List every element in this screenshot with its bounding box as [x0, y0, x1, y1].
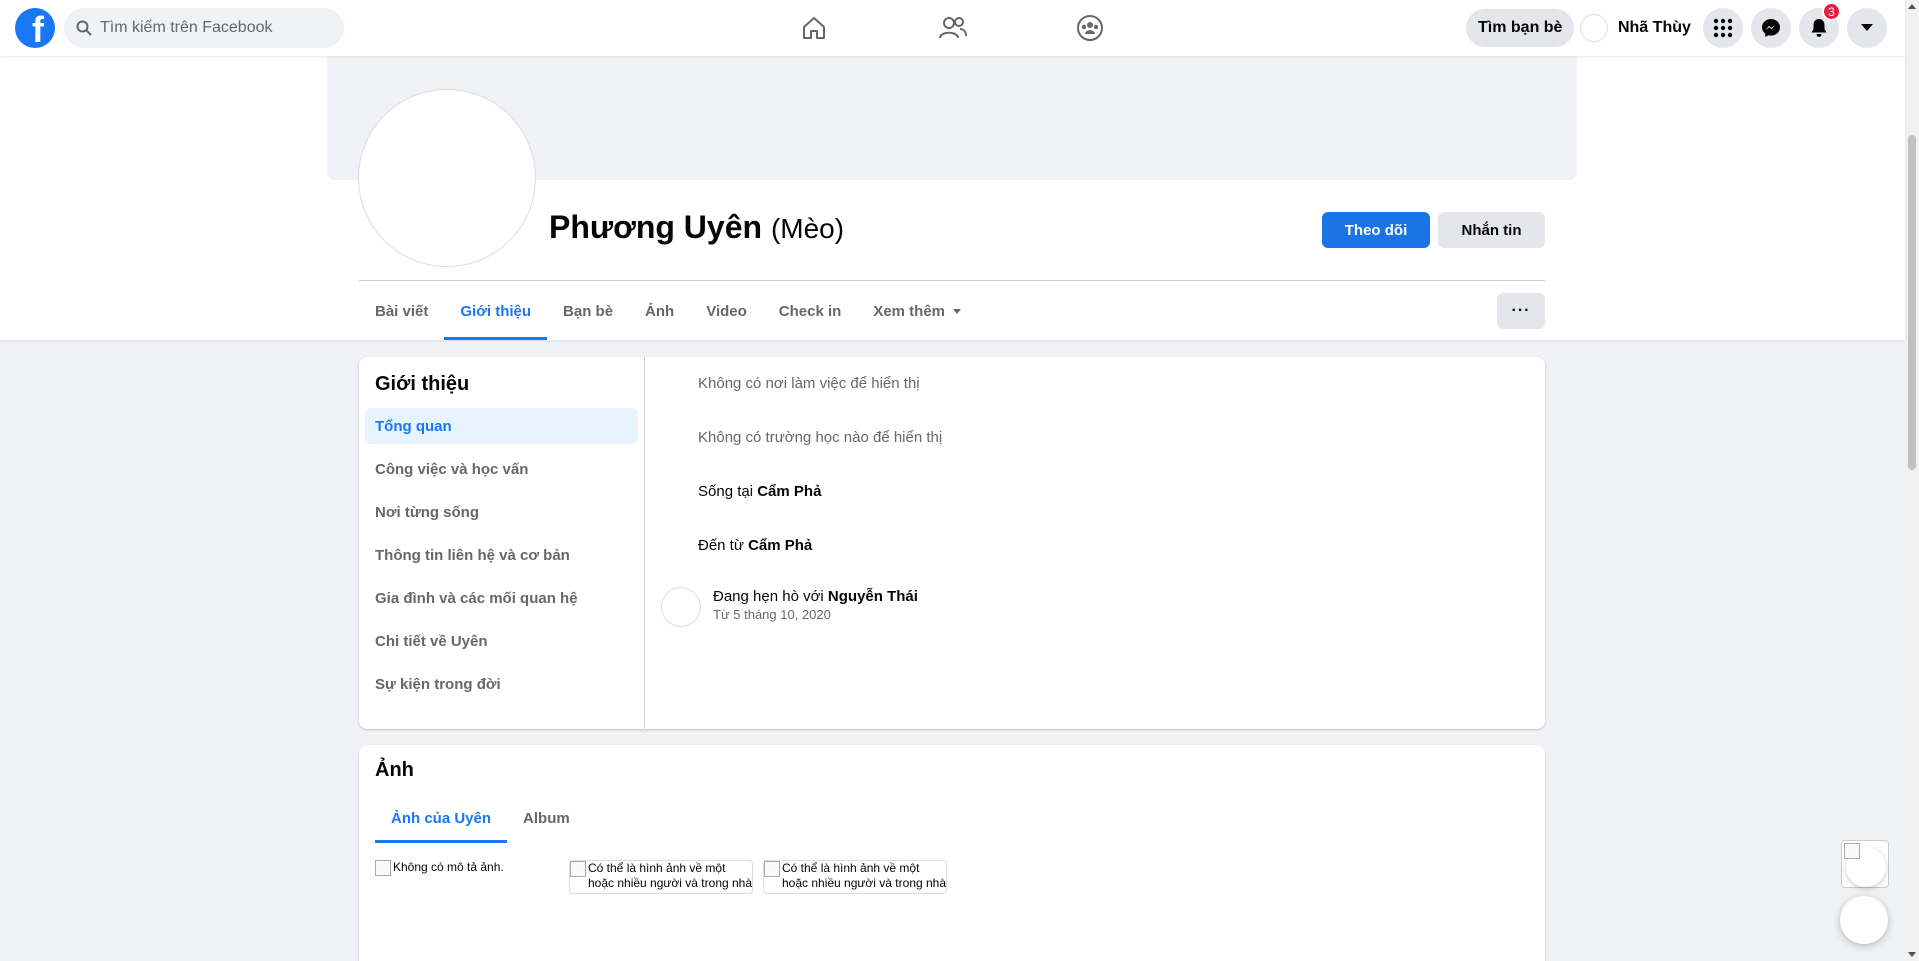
- groups-icon[interactable]: [1070, 10, 1110, 46]
- relationship-row: Đang hẹn hò với Nguyễn Thái Từ 5 tháng 1…: [661, 587, 918, 627]
- messenger-icon: [1762, 19, 1780, 37]
- profile-tabs: Bài viết Giới thiệu Bạn bè Ảnh Video Che…: [359, 282, 977, 340]
- relationship-since: Từ 5 tháng 10, 2020: [713, 607, 831, 622]
- menu-grid-button[interactable]: [1703, 8, 1743, 48]
- broken-image-icon: [1844, 843, 1860, 859]
- lives-in-row: Sống tại Cẩm Phả: [698, 483, 821, 500]
- account-menu-button[interactable]: [1847, 8, 1887, 48]
- bell-icon: [1811, 19, 1827, 37]
- profile-nickname: (Mèo): [770, 213, 845, 244]
- photos-tabs: Ảnh của Uyên Album: [375, 793, 586, 843]
- follow-button[interactable]: Theo dõi: [1322, 212, 1430, 248]
- home-icon[interactable]: [794, 10, 834, 46]
- more-options-button[interactable]: ···: [1497, 293, 1545, 329]
- relationship-text: Đang hẹn hò với Nguyễn Thái Từ 5 tháng 1…: [713, 588, 918, 622]
- about-sidebar: Giới thiệu Tổng quan Công việc và học vấ…: [359, 357, 645, 729]
- account-name: Nhã Thùy: [1618, 19, 1691, 36]
- tab-see-more[interactable]: Xem thêm: [857, 282, 977, 340]
- profile-name: Phương Uyên (Mèo): [549, 209, 844, 246]
- avatar[interactable]: [661, 587, 701, 627]
- tab-photos[interactable]: Ảnh: [629, 282, 690, 340]
- tab-friends[interactable]: Bạn bè: [547, 282, 629, 340]
- lives-in-place-link[interactable]: Cẩm Phả: [757, 483, 821, 500]
- about-nav-details[interactable]: Chi tiết về Uyên: [365, 623, 638, 659]
- about-nav-family-relationships[interactable]: Gia đình và các mối quan hệ: [365, 580, 638, 616]
- profile-name-text: Phương Uyên: [549, 209, 763, 245]
- photos-title: Ảnh: [375, 759, 414, 781]
- scroll-down-arrow-icon[interactable]: [1908, 952, 1916, 957]
- from-prefix: Đến từ: [698, 537, 749, 554]
- facebook-logo-icon[interactable]: f: [15, 8, 55, 48]
- no-school-text: Không có trường học nào để hiển thị: [698, 429, 943, 446]
- from-row: Đến từ Cẩm Phả: [698, 537, 812, 554]
- account-profile-chip[interactable]: Nhã Thùy: [1580, 12, 1691, 44]
- profile-header: Phương Uyên (Mèo) Theo dõi Nhắn tin Bài …: [0, 56, 1905, 340]
- about-nav-overview[interactable]: Tổng quan: [365, 408, 638, 444]
- search-box[interactable]: [64, 8, 344, 48]
- photos-card: Ảnh Ảnh của Uyên Album Không có mô tả ản…: [359, 745, 1545, 961]
- find-friends-button[interactable]: Tìm bạn bè: [1466, 9, 1575, 47]
- page-scrollbar[interactable]: [1905, 0, 1919, 961]
- avatar: [1580, 14, 1608, 42]
- top-navigation-bar: f Tìm bạn bè Nhã Thùy 3: [0, 0, 1905, 56]
- profile-avatar[interactable]: [359, 90, 535, 266]
- no-workplace-text: Không có nơi làm việc để hiển thị: [698, 375, 920, 392]
- photo-thumbnail[interactable]: Không có mô tả ảnh.: [375, 860, 555, 876]
- caret-down-icon: [1861, 24, 1873, 31]
- about-nav-places-lived[interactable]: Nơi từng sống: [365, 494, 638, 530]
- relationship-partner-link[interactable]: Nguyễn Thái: [828, 588, 918, 605]
- friends-icon[interactable]: [933, 10, 973, 46]
- grid-icon: [1713, 18, 1733, 38]
- message-button[interactable]: Nhắn tin: [1438, 212, 1545, 248]
- tab-about[interactable]: Giới thiệu: [444, 282, 547, 340]
- search-icon: [76, 20, 92, 36]
- about-overview-content: Không có nơi làm việc để hiển thị Không …: [645, 357, 1545, 729]
- tab-posts[interactable]: Bài viết: [359, 282, 444, 340]
- relationship-prefix: Đang hẹn hò với: [713, 588, 828, 605]
- new-message-floating-button[interactable]: [1840, 896, 1888, 944]
- tab-videos[interactable]: Video: [690, 282, 763, 340]
- photo-thumbnail[interactable]: Có thể là hình ảnh về một hoặc nhiều ngư…: [569, 860, 753, 894]
- photo-thumbnail[interactable]: Có thể là hình ảnh về một hoặc nhiều ngư…: [763, 860, 947, 894]
- tab-see-more-label: Xem thêm: [873, 302, 946, 320]
- caret-down-icon: [953, 308, 962, 314]
- broken-image-icon: [375, 860, 391, 876]
- messenger-button[interactable]: [1751, 8, 1791, 48]
- lives-in-prefix: Sống tại: [698, 483, 758, 500]
- about-nav-contact-basic-info[interactable]: Thông tin liên hệ và cơ bản: [365, 537, 638, 573]
- from-place-link[interactable]: Cẩm Phả: [748, 537, 812, 554]
- broken-image-icon: [570, 861, 586, 877]
- notification-count-badge: 3: [1822, 2, 1841, 21]
- about-title: Giới thiệu: [375, 373, 470, 395]
- notifications-button[interactable]: 3: [1799, 2, 1841, 48]
- tab-photos-of-user[interactable]: Ảnh của Uyên: [375, 793, 508, 843]
- broken-image-icon: [764, 861, 780, 877]
- header-divider: [359, 280, 1545, 281]
- about-card: Giới thiệu Tổng quan Công việc và học vấ…: [359, 357, 1545, 729]
- scroll-thumb[interactable]: [1908, 135, 1916, 470]
- photo-alt-text: Không có mô tả ảnh.: [393, 860, 504, 874]
- about-nav-life-events[interactable]: Sự kiện trong đời: [365, 666, 638, 702]
- tab-checkins[interactable]: Check in: [763, 282, 858, 340]
- search-input[interactable]: [100, 19, 320, 37]
- floating-chat-head[interactable]: [1841, 840, 1889, 888]
- photo-alt-text: Có thể là hình ảnh về một hoặc nhiều ngư…: [782, 861, 947, 890]
- photo-alt-text: Có thể là hình ảnh về một hoặc nhiều ngư…: [588, 861, 753, 890]
- scroll-up-arrow-icon[interactable]: [1908, 4, 1916, 9]
- about-nav-work-education[interactable]: Công việc và học vấn: [365, 451, 638, 487]
- tab-albums[interactable]: Album: [507, 793, 586, 843]
